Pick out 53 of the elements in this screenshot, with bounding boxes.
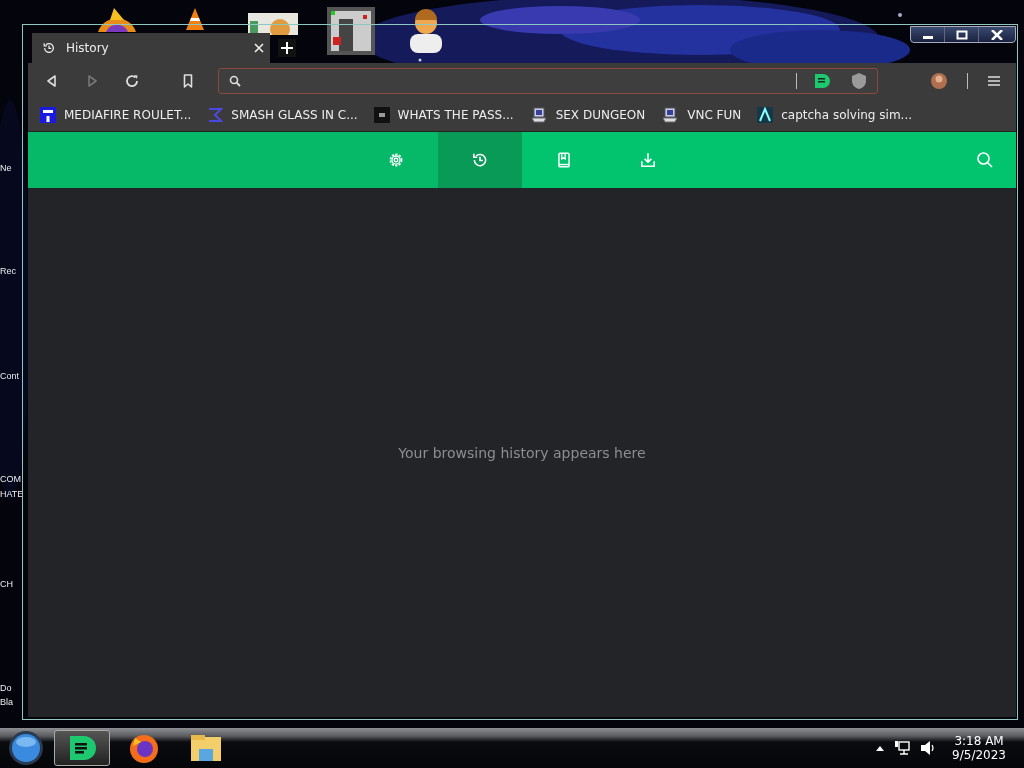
sigma-icon [207,107,224,123]
close-icon[interactable] [254,43,264,53]
plus-icon [281,42,293,54]
mf-logo-icon [40,107,56,123]
lambda-icon [757,107,774,123]
image-icon [248,13,298,35]
history-icon [42,41,56,55]
desktop-icon-label[interactable]: CH [0,579,13,589]
folder-icon [189,733,223,763]
cone-icon [184,8,206,30]
desktop-icon-label[interactable]: Cont [0,371,19,381]
search-icon [976,151,994,169]
reload-icon [124,73,140,89]
shield-icon[interactable] [851,72,867,90]
desktop-icon-label[interactable]: Ne [0,163,12,173]
address-field[interactable] [218,68,878,94]
game-icon [327,7,375,55]
empty-message: Your browsing history appears here [398,444,646,461]
browser-tab[interactable]: History [32,33,270,63]
bookmark-item[interactable]: VNC FUN [661,107,742,123]
messages-taskbar-button[interactable] [54,730,110,766]
computer-icon [661,107,680,123]
start-button[interactable] [8,730,44,766]
new-tab-button[interactable] [278,39,296,57]
network-icon[interactable] [894,740,911,756]
desktop-icon-label[interactable]: Rec [0,266,16,276]
desktop-icon-label[interactable]: HATE [0,489,24,499]
minimize-icon [922,36,933,39]
volume-icon[interactable] [920,740,937,756]
dark-square-icon [373,107,390,123]
tab-title: History [66,41,110,55]
bookmark-item[interactable]: WHATS THE PASS... [373,107,514,123]
bookmark-item[interactable]: SEX DUNGEON [529,107,646,123]
bookmarks-icon [555,151,573,169]
computer-icon [529,107,548,123]
desktop-icon-label[interactable]: COM [0,474,21,484]
settings-icon [387,151,405,169]
avatar-icon[interactable] [931,73,947,89]
menu-icon[interactable] [988,75,1000,87]
bookmark-item[interactable]: MEDIAFIRE ROULET... [40,107,192,123]
desktop-icon-label[interactable]: Bla [0,697,13,707]
search-icon [229,75,241,87]
history-icon [471,151,489,169]
caret-icon[interactable] [876,745,885,751]
close-icon [991,29,1003,40]
downloads-icon [639,151,657,169]
chat-extension-icon[interactable] [813,73,831,89]
clock-date: 9/5/2023 [952,748,1006,762]
bookmark-item[interactable]: captcha solving sim... [757,107,912,123]
desktop-icon-label[interactable]: Do [0,683,12,693]
clock-time: 3:18 AM [954,734,1004,748]
maximize-icon [955,29,968,40]
bookmark-item[interactable]: SMASH GLASS IN C... [207,107,358,123]
